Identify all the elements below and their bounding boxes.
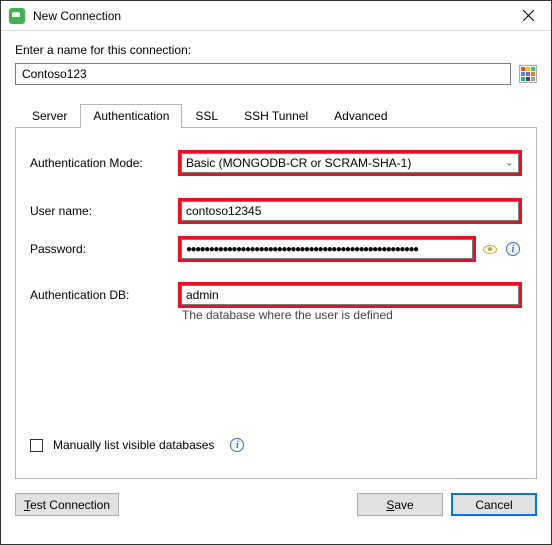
authdb-input[interactable] [181,285,519,305]
tab-server[interactable]: Server [19,104,80,128]
manual-db-checkbox[interactable] [30,439,43,452]
cancel-button[interactable]: Cancel [451,493,537,516]
tab-authentication[interactable]: Authentication [80,104,182,128]
app-icon [9,8,25,24]
save-button[interactable]: Save [357,493,443,516]
test-connection-button[interactable]: Test Connection [15,493,119,516]
manual-db-info-button[interactable]: i [228,436,246,454]
password-label: Password: [30,242,178,256]
name-prompt: Enter a name for this connection: [15,43,537,57]
username-input[interactable] [181,201,519,221]
authdb-helper: The database where the user is defined [182,308,522,322]
password-input[interactable] [181,239,473,259]
tab-ssh-tunnel[interactable]: SSH Tunnel [231,104,321,128]
info-icon: i [506,242,520,256]
username-label: User name: [30,204,178,218]
authdb-label: Authentication DB: [30,288,178,302]
auth-mode-select[interactable]: Basic (MONGODB-CR or SCRAM-SHA-1) [181,153,519,173]
password-info-button[interactable]: i [504,240,522,258]
info-icon: i [230,438,244,452]
close-icon[interactable] [506,1,551,31]
connection-name-input[interactable] [15,63,511,85]
eye-icon [483,245,497,254]
reveal-password-button[interactable] [481,240,499,258]
auth-mode-label: Authentication Mode: [30,156,178,170]
color-picker-button[interactable] [519,65,537,83]
manual-db-label: Manually list visible databases [53,438,214,452]
tab-ssl[interactable]: SSL [182,104,231,128]
window-title: New Connection [33,9,506,23]
tab-advanced[interactable]: Advanced [321,104,400,128]
